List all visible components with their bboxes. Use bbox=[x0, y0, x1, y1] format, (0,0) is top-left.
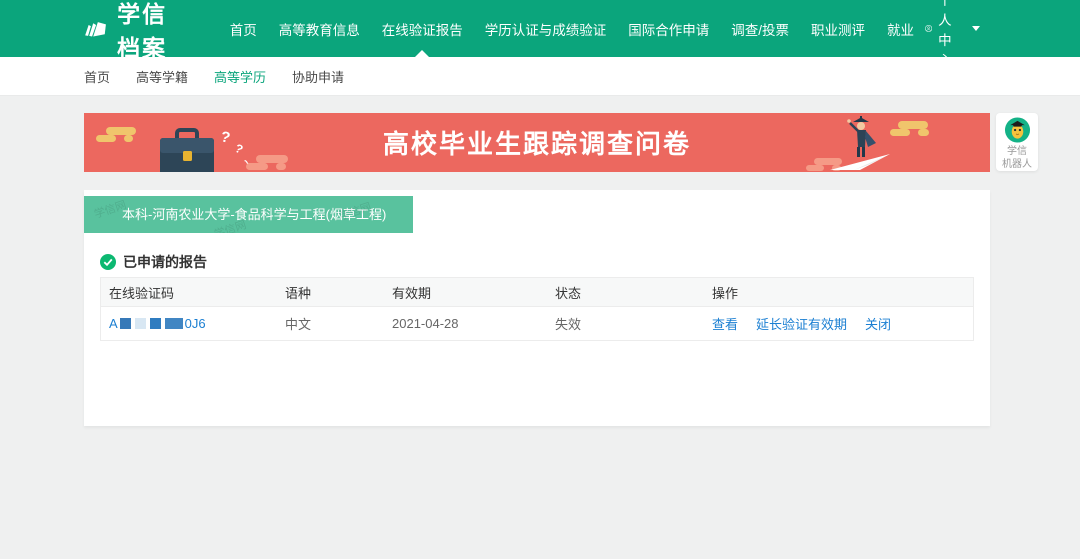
subnav-item-assist-apply[interactable]: 协助申请 bbox=[292, 67, 344, 86]
check-circle-icon bbox=[100, 254, 116, 270]
banner-graduate-illustration bbox=[802, 113, 962, 172]
logo-text: 学信档案 bbox=[117, 0, 175, 63]
logo-book-icon bbox=[84, 14, 107, 44]
nav-item-credential-verification[interactable]: 学历认证与成绩验证 bbox=[474, 0, 618, 57]
reports-table: 在线验证码 语种 有效期 状态 操作 A 0J6 中文 2021-04-28 失… bbox=[100, 277, 974, 341]
main-panel: 学信网 学信网 学信网 本科-河南农业大学-食品科学与工程(烟草工程) 已申请的… bbox=[84, 190, 990, 426]
logo[interactable]: 学信档案 bbox=[84, 0, 175, 57]
table-header-row: 在线验证码 语种 有效期 状态 操作 bbox=[100, 277, 974, 307]
sub-navbar: 首页 高等学籍 高等学历 协助申请 bbox=[0, 57, 1080, 96]
user-icon bbox=[925, 21, 932, 36]
active-tab-indicator-triangle bbox=[415, 50, 429, 57]
nav-item-higher-education-info[interactable]: 高等教育信息 bbox=[268, 0, 371, 57]
redacted-block bbox=[165, 318, 183, 329]
col-header-actions: 操作 bbox=[704, 283, 973, 302]
code-suffix: 0J6 bbox=[185, 316, 206, 331]
top-navbar: 学信档案 首页 高等教育信息 在线验证报告 学历认证与成绩验证 国际合作申请 调… bbox=[0, 0, 1080, 57]
cell-validity: 2021-04-28 bbox=[384, 316, 547, 331]
subnav-item-home[interactable]: 首页 bbox=[84, 67, 110, 86]
section-header: 已申请的报告 bbox=[100, 252, 207, 272]
verification-code-link[interactable]: A 0J6 bbox=[101, 316, 277, 331]
cell-actions: 查看 延长验证有效期 关闭 bbox=[704, 314, 973, 333]
robot-label: 学信 机器人 bbox=[1002, 145, 1032, 171]
nav-item-survey-vote[interactable]: 调查/投票 bbox=[720, 0, 800, 57]
user-menu-label: 个人中心 bbox=[938, 0, 964, 69]
top-nav-items: 首页 高等教育信息 在线验证报告 学历认证与成绩验证 国际合作申请 调查/投票 … bbox=[219, 0, 925, 57]
page: 学信档案 首页 高等教育信息 在线验证报告 学历认证与成绩验证 国际合作申请 调… bbox=[0, 0, 1080, 559]
table-row: A 0J6 中文 2021-04-28 失效 查看 延长验证有效期 关闭 bbox=[100, 307, 974, 341]
col-header-language: 语种 bbox=[277, 283, 384, 302]
subnav-item-enrollment[interactable]: 高等学籍 bbox=[136, 67, 188, 86]
program-tag[interactable]: 学信网 学信网 学信网 本科-河南农业大学-食品科学与工程(烟草工程) bbox=[84, 196, 413, 233]
col-header-validity: 有效期 bbox=[384, 283, 547, 302]
nav-item-employment[interactable]: 就业 bbox=[876, 0, 925, 57]
survey-banner[interactable]: ? ? ~ 高校毕业生跟踪调查问卷 bbox=[84, 113, 990, 172]
action-extend-validity-link[interactable]: 延长验证有效期 bbox=[756, 314, 847, 333]
col-header-verification-code: 在线验证码 bbox=[101, 283, 277, 302]
nav-item-home[interactable]: 首页 bbox=[219, 0, 268, 57]
redacted-block bbox=[150, 318, 161, 329]
program-tag-label: 本科-河南农业大学-食品科学与工程(烟草工程) bbox=[122, 207, 386, 222]
action-view-link[interactable]: 查看 bbox=[712, 314, 738, 333]
col-header-status: 状态 bbox=[547, 283, 704, 302]
cell-status: 失效 bbox=[547, 314, 704, 333]
nav-item-career-assessment[interactable]: 职业测评 bbox=[800, 0, 876, 57]
redacted-block bbox=[135, 318, 146, 329]
cell-language: 中文 bbox=[277, 314, 384, 333]
user-menu[interactable]: 个人中心 bbox=[925, 0, 980, 57]
action-close-link[interactable]: 关闭 bbox=[865, 314, 891, 333]
chevron-down-icon bbox=[972, 26, 980, 31]
robot-widget[interactable]: 学信 机器人 bbox=[996, 113, 1038, 171]
nav-item-international-cooperation[interactable]: 国际合作申请 bbox=[617, 0, 720, 57]
robot-avatar-icon bbox=[1004, 117, 1031, 143]
nav-item-online-verification-report[interactable]: 在线验证报告 bbox=[371, 0, 474, 57]
subnav-item-degree[interactable]: 高等学历 bbox=[214, 67, 266, 86]
redacted-block bbox=[120, 318, 131, 329]
section-title: 已申请的报告 bbox=[123, 252, 207, 272]
code-prefix: A bbox=[109, 316, 118, 331]
